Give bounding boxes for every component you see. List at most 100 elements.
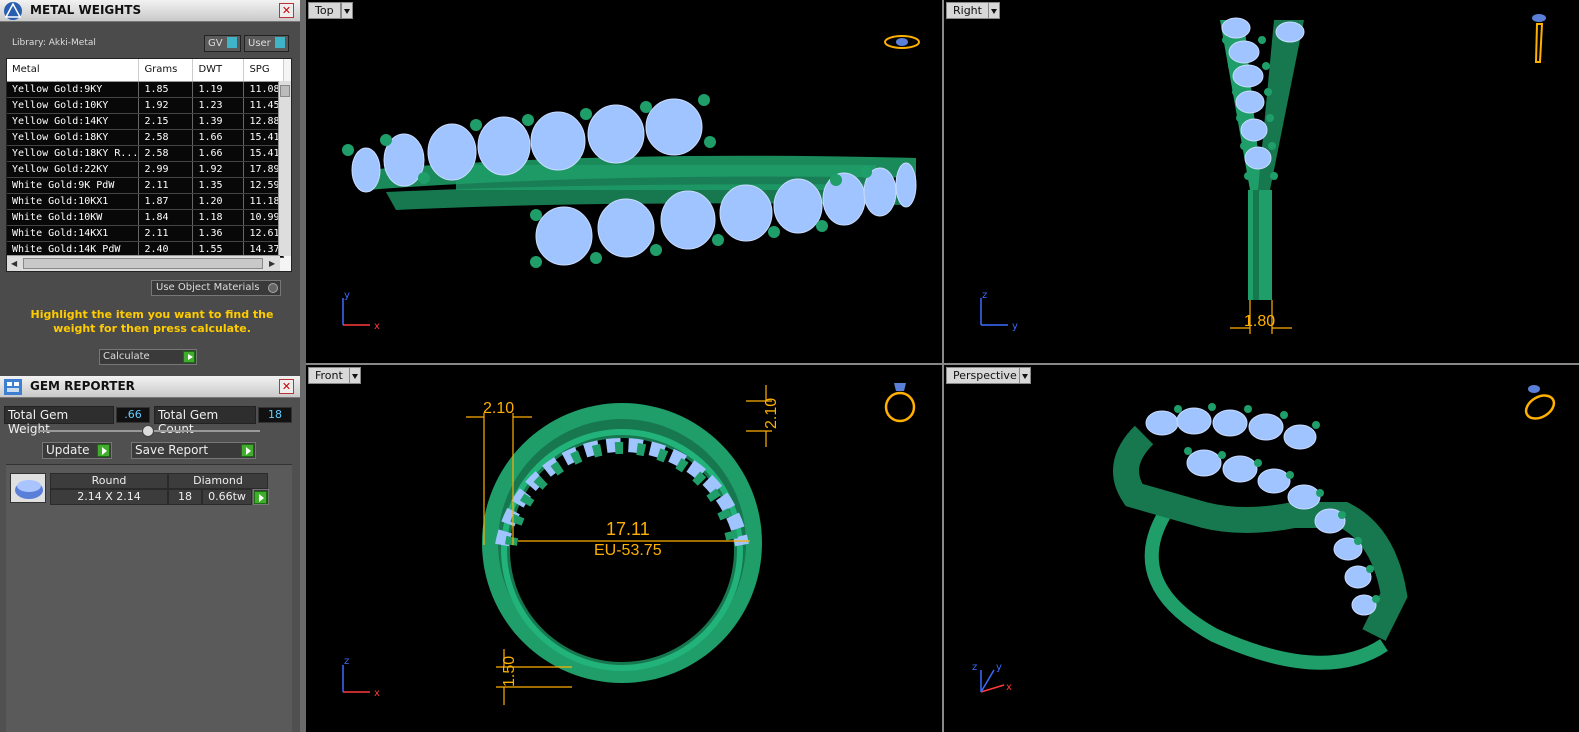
chevron-down-icon[interactable]: [341, 2, 353, 19]
table-vertical-scrollbar[interactable]: [278, 81, 291, 256]
viewport-top[interactable]: y x Top: [306, 0, 942, 363]
svg-text:x: x: [374, 688, 380, 699]
table-row[interactable]: White Gold:9K PdW 2.11 1.35 12.59: [7, 177, 285, 194]
viewport-top-label[interactable]: Top: [308, 2, 341, 19]
right-view-model: 1.80 z y: [980, 14, 1546, 334]
dimension-label: 1.80: [1244, 313, 1275, 330]
play-arrow-icon: [254, 491, 267, 504]
close-icon[interactable]: ✕: [279, 379, 294, 394]
axis-gizmo: z y x: [972, 662, 1012, 693]
viewport-splitter-vertical[interactable]: [942, 0, 944, 732]
table-row[interactable]: White Gold:14KX1 2.11 1.36 12.61: [7, 225, 285, 242]
left-panel: METAL WEIGHTS ✕ Library: Akki-Metal GV U…: [0, 0, 303, 732]
svg-text:z: z: [344, 656, 349, 667]
save-report-button[interactable]: Save Report: [131, 442, 256, 459]
axis-gizmo: z y: [980, 290, 1018, 332]
column-header-spg[interactable]: SPG: [243, 59, 285, 82]
table-row[interactable]: Yellow Gold:22KY 2.99 1.92 17.89: [7, 161, 285, 178]
table-row[interactable]: White Gold:10KW 1.84 1.18 10.99: [7, 209, 285, 226]
app-logo-icon: [4, 2, 22, 20]
play-arrow-icon: [241, 444, 254, 457]
viewport-right-label[interactable]: Right: [946, 2, 989, 19]
viewport-front[interactable]: 2.10 2.10 17.11 EU-53.75 1.50 z x Front: [306, 365, 942, 732]
svg-text:x: x: [1006, 682, 1012, 693]
gem-reporter-titlebar: GEM REPORTER ✕: [0, 376, 300, 398]
svg-text:y: y: [996, 662, 1002, 673]
ring-orientation-icon: [1532, 14, 1546, 63]
scrollbar-thumb[interactable]: [280, 85, 290, 97]
gem-list: Round Diamond 2.14 X 2.14 18 0.66tw: [6, 464, 292, 732]
gv-toggle[interactable]: GV: [204, 35, 241, 52]
play-arrow-icon: [97, 444, 110, 457]
user-toggle[interactable]: User: [244, 35, 289, 52]
close-icon[interactable]: ✕: [279, 3, 294, 18]
play-arrow-icon: [183, 351, 195, 363]
viewport-perspective[interactable]: z y x Perspective: [944, 365, 1579, 732]
gem-size: 2.14 X 2.14: [50, 489, 168, 505]
column-header-grams[interactable]: Grams: [138, 59, 194, 82]
chevron-down-icon[interactable]: [1019, 367, 1031, 384]
radio-icon: [268, 283, 278, 293]
dimension-label: 17.11: [606, 519, 650, 539]
viewport-right[interactable]: 1.80 z y Right: [944, 0, 1579, 363]
total-gem-weight-value: .66: [116, 407, 150, 423]
svg-text:y: y: [344, 290, 350, 301]
slider-knob[interactable]: [142, 425, 154, 437]
calculate-button[interactable]: Calculate: [99, 349, 197, 365]
round-gem-thumbnail-icon: [10, 473, 46, 503]
dimension-label: 1.50: [501, 656, 518, 687]
gem-detail-button[interactable]: [253, 489, 269, 505]
chevron-down-icon[interactable]: [988, 2, 1000, 19]
metal-weights-panel: METAL WEIGHTS ✕ Library: Akki-Metal GV U…: [0, 0, 300, 376]
total-gem-count-value: 18: [258, 407, 292, 423]
gem-shape: Round: [50, 473, 168, 489]
table-row[interactable]: Yellow Gold:18KY 2.58 1.66 15.41: [7, 129, 285, 146]
axis-gizmo: y x: [342, 290, 380, 332]
ring-orientation-icon: [884, 383, 916, 423]
table-row[interactable]: Yellow Gold:9KY 1.85 1.19 11.08: [7, 81, 285, 98]
svg-text:y: y: [1012, 321, 1018, 332]
scrollbar-thumb[interactable]: [23, 258, 263, 269]
top-view-model: y x: [342, 35, 920, 332]
axis-gizmo: z x: [342, 656, 380, 699]
list-item[interactable]: Round Diamond 2.14 X 2.14 18 0.66tw: [10, 471, 280, 505]
library-label: Library: Akki-Metal: [12, 38, 96, 48]
total-gem-weight-label: Total Gem Weight: [4, 406, 114, 436]
update-button[interactable]: Update: [42, 442, 112, 459]
dimension-label: 2.10: [483, 400, 514, 417]
instruction-text: Highlight the item you want to find the …: [30, 308, 274, 335]
table-row[interactable]: White Gold:10KX1 1.87 1.20 11.18: [7, 193, 285, 210]
svg-text:x: x: [374, 321, 380, 332]
column-header-dwt[interactable]: DWT: [192, 59, 245, 82]
table-horizontal-scrollbar[interactable]: ◀ ▶: [7, 255, 280, 271]
viewport-perspective-label[interactable]: Perspective: [946, 367, 1024, 384]
svg-text:z: z: [982, 290, 987, 301]
table-row[interactable]: Yellow Gold:18KY R... 2.58 1.66 15.41: [7, 145, 285, 162]
metal-weights-title: METAL WEIGHTS: [30, 3, 142, 17]
column-header-metal[interactable]: Metal: [7, 59, 140, 82]
dimension-label: 2.10: [763, 398, 780, 429]
gem-material: Diamond: [168, 473, 268, 489]
gem-weight: 0.66tw: [202, 489, 252, 505]
table-row[interactable]: Yellow Gold:14KY 2.15 1.39 12.88: [7, 113, 285, 130]
gem-slider[interactable]: [38, 425, 260, 437]
metal-weights-titlebar: METAL WEIGHTS ✕: [0, 0, 300, 22]
use-object-materials-checkbox[interactable]: Use Object Materials: [151, 280, 281, 296]
perspective-view-model: z y x: [972, 385, 1556, 693]
scroll-left-icon[interactable]: ◀: [11, 259, 17, 268]
chevron-down-icon[interactable]: [349, 367, 361, 384]
gem-reporter-icon: [4, 379, 22, 395]
table-row[interactable]: Yellow Gold:10KY 1.92 1.23 11.45: [7, 97, 285, 114]
ring-orientation-icon: [884, 35, 920, 49]
gem-count: 18: [168, 489, 202, 505]
viewport-front-label[interactable]: Front: [308, 367, 350, 384]
gem-reporter-title: GEM REPORTER: [30, 379, 135, 393]
front-view-model: 2.10 2.10 17.11 EU-53.75 1.50 z x: [342, 383, 916, 705]
gem-reporter-panel: GEM REPORTER ✕ Total Gem Weight .66 Tota…: [0, 376, 300, 732]
toggle-indicator-icon: [226, 37, 237, 48]
toggle-indicator-icon: [274, 37, 285, 48]
ring-orientation-icon: [1524, 385, 1556, 420]
svg-text:z: z: [972, 662, 977, 673]
scroll-right-icon[interactable]: ▶: [269, 259, 275, 268]
metal-weights-table[interactable]: Metal Grams DWT SPG Yellow Gold:9KY 1.85 1…: [6, 58, 292, 272]
